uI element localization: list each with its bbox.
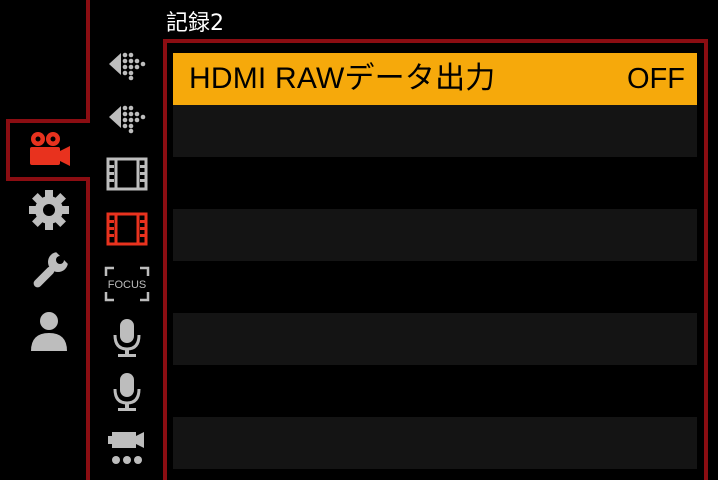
focus-label: FOCUS bbox=[108, 279, 147, 291]
menu-item-value: OFF bbox=[627, 63, 685, 95]
subtab-film-2-active[interactable] bbox=[100, 207, 154, 251]
subtab-camera-dots[interactable] bbox=[100, 426, 154, 470]
menu-item-hdmi-raw-output[interactable]: HDMI RAWデータ出力 OFF bbox=[173, 53, 697, 105]
hdmi-dots-icon bbox=[109, 52, 146, 81]
menu-item[interactable] bbox=[173, 261, 697, 313]
film-icon bbox=[106, 212, 148, 246]
microphone-icon bbox=[113, 319, 141, 357]
focus-icon: FOCUS bbox=[104, 266, 150, 302]
subtab-hdmi-2[interactable] bbox=[100, 95, 154, 139]
panel-frame-left bbox=[163, 39, 167, 480]
category-settings[interactable] bbox=[22, 185, 76, 235]
subtab-focus[interactable]: FOCUS bbox=[100, 262, 154, 306]
page-title: 記録2 bbox=[166, 11, 224, 36]
film-icon bbox=[106, 157, 148, 191]
subtab-audio-1[interactable] bbox=[100, 316, 154, 360]
panel-frame-right bbox=[704, 39, 708, 480]
menu-item-label: HDMI RAWデータ出力 bbox=[189, 62, 496, 95]
frame-line bbox=[86, 177, 90, 480]
menu-item[interactable] bbox=[173, 313, 697, 365]
microphone-icon bbox=[113, 373, 141, 411]
menu-item[interactable] bbox=[173, 209, 697, 261]
menu-item[interactable] bbox=[173, 157, 697, 209]
video-camera-icon bbox=[30, 132, 70, 166]
category-my-menu[interactable] bbox=[22, 306, 76, 356]
category-setup[interactable] bbox=[22, 246, 76, 296]
camera-dots-icon bbox=[108, 432, 144, 464]
person-icon bbox=[31, 312, 67, 351]
menu-item[interactable] bbox=[173, 417, 697, 469]
menu-item[interactable] bbox=[173, 105, 697, 157]
hdmi-dots-icon bbox=[109, 105, 146, 134]
subtab-hdmi-1[interactable] bbox=[100, 42, 154, 86]
category-video[interactable] bbox=[22, 124, 76, 174]
frame-line bbox=[86, 0, 90, 120]
subtab-film-1[interactable] bbox=[100, 152, 154, 196]
subtab-audio-2[interactable] bbox=[100, 370, 154, 414]
wrench-icon bbox=[33, 252, 68, 288]
gear-icon bbox=[29, 190, 69, 230]
frame-line bbox=[84, 119, 90, 123]
panel-frame-top bbox=[163, 39, 708, 43]
